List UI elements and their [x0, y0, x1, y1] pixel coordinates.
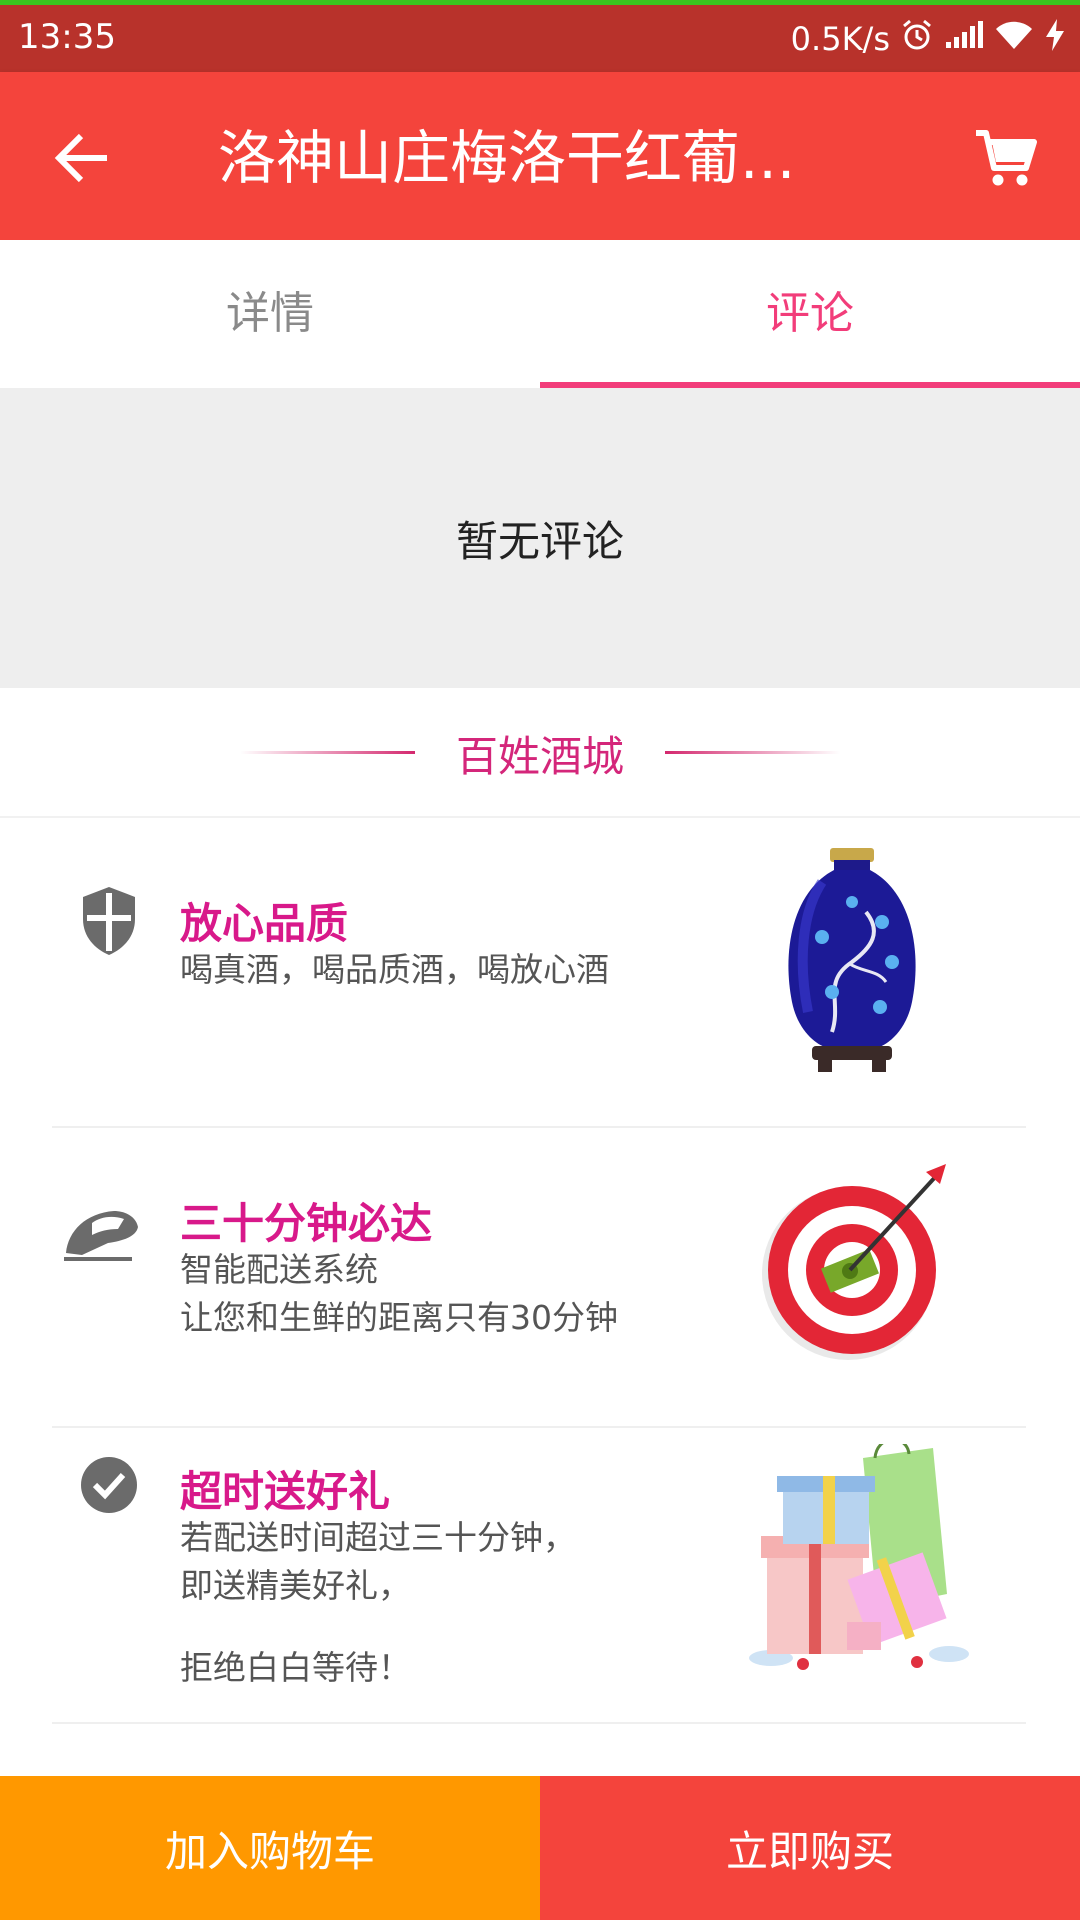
charging-icon [1044, 18, 1066, 60]
gift-boxes-illustration [737, 1438, 977, 1684]
feature-title: 三十分钟必达 [180, 1199, 433, 1248]
status-bar: 13:35 0.5K/s [0, 0, 1080, 72]
header-divider-right [665, 751, 840, 754]
feature-desc-line: 让您和生鲜的距离只有30分钟 [180, 1298, 618, 1337]
wifi-icon [994, 19, 1034, 59]
header-divider-left [240, 751, 415, 754]
net-speed: 0.5K/s [790, 20, 890, 58]
empty-comments-text: 暂无评论 [455, 516, 624, 566]
target-dart-illustration [752, 1162, 952, 1362]
status-time: 13:35 [18, 17, 116, 57]
comments-empty-state: 暂无评论 [0, 388, 1080, 688]
tab-comments[interactable]: 评论 [540, 240, 1080, 388]
add-to-cart-button[interactable]: 加入购物车 [0, 1776, 540, 1920]
tab-bar: 详情 评论 [0, 240, 1080, 388]
feature-desc-line: 智能配送系统 [180, 1250, 378, 1289]
alarm-icon [900, 18, 934, 60]
shopping-cart-icon [976, 130, 1037, 186]
check-circle-icon [74, 1450, 144, 1520]
feature-desc-line: 拒绝白白等待！ [180, 1648, 411, 1687]
feature-desc-line: 若配送时间超过三十分钟， [180, 1518, 576, 1557]
shield-icon [74, 886, 144, 956]
bottom-action-bar: 加入购物车 立即购买 [0, 1776, 1080, 1920]
arrow-left-icon [54, 133, 107, 183]
porcelain-vase-illustration [762, 842, 942, 1082]
cart-button[interactable] [964, 116, 1048, 200]
promo-title: 百姓酒城 [455, 732, 624, 781]
promo-header: 百姓酒城 [0, 688, 1080, 818]
app-bar: 洛神山庄梅洛干红葡... [0, 72, 1080, 240]
signal-icon [944, 20, 984, 58]
feature-desc-line: 喝真酒，喝品质酒，喝放心酒 [180, 950, 609, 989]
feature-title: 超时送好礼 [180, 1467, 391, 1516]
feature-delivery: 三十分钟必达 智能配送系统 让您和生鲜的距离只有30分钟 [52, 1128, 1026, 1428]
buy-now-button[interactable]: 立即购买 [540, 1776, 1080, 1920]
back-button[interactable] [40, 116, 124, 200]
feature-quality: 放心品质 喝真酒，喝品质酒，喝放心酒 [52, 822, 1026, 1128]
feature-desc-line: 即送精美好礼， [180, 1566, 411, 1605]
bullet-train-icon [60, 1198, 144, 1268]
status-icons: 0.5K/s [791, 17, 1066, 61]
tab-details[interactable]: 详情 [0, 240, 540, 388]
feature-title: 放心品质 [180, 899, 349, 948]
promo-banner: 百姓酒城 放心品质 喝真酒，喝品质酒，喝放心酒 三十分钟必达 智能配送系统 让您… [0, 688, 1080, 1776]
page-title: 洛神山庄梅洛干红葡... [218, 124, 796, 192]
